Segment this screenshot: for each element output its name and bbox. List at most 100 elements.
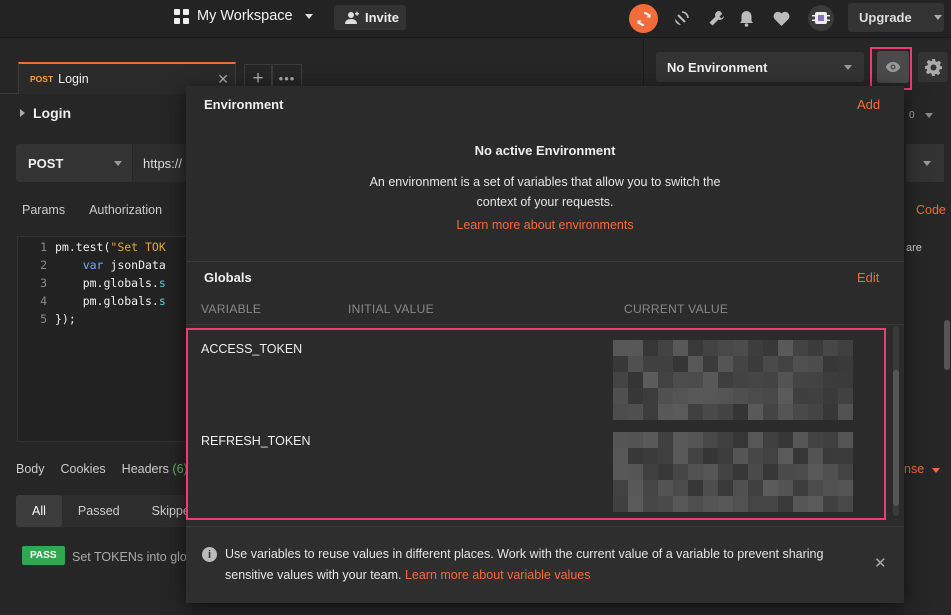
response-save-label: nse <box>904 462 925 476</box>
redaction-pixel <box>778 356 793 372</box>
tab-headers[interactable]: Headers (6) <box>122 462 188 476</box>
response-save-link[interactable]: nse <box>904 462 940 476</box>
tab-headers-label: Headers <box>121 462 169 476</box>
avatar-icon <box>812 12 830 24</box>
tab-authorization[interactable]: Authorization <box>89 203 162 217</box>
redaction-pixel <box>793 432 808 448</box>
notifications-button[interactable] <box>736 8 756 28</box>
url-input[interactable]: https:// <box>133 144 193 182</box>
workspace-switcher[interactable]: My Workspace <box>174 8 313 24</box>
redaction-pixel <box>733 372 748 388</box>
scrollbar[interactable] <box>944 320 950 370</box>
request-name-header[interactable]: Login <box>20 105 71 121</box>
redaction-pixel <box>703 340 718 356</box>
redaction-pixel <box>778 496 793 512</box>
redaction-pixel <box>718 464 733 480</box>
redaction-pixel <box>793 496 808 512</box>
grid-icon <box>174 8 189 24</box>
code-line: 2 var jsonData <box>18 258 194 276</box>
favorites-button[interactable] <box>771 8 791 28</box>
divider <box>186 324 904 325</box>
redaction-pixel <box>748 464 763 480</box>
redaction-pixel <box>703 480 718 496</box>
redaction-pixel <box>628 464 643 480</box>
chevron-right-icon <box>20 109 25 117</box>
sync-button[interactable] <box>629 4 658 33</box>
tab-method-badge: POST <box>30 74 54 84</box>
redaction-pixel <box>673 404 688 420</box>
redaction-pixel <box>763 432 778 448</box>
environment-select[interactable]: No Environment <box>656 52 864 82</box>
redaction-pixel <box>793 356 808 372</box>
tab-cookies[interactable]: Cookies <box>61 462 106 476</box>
url-value: https:// <box>143 155 183 171</box>
redaction-pixel <box>673 448 688 464</box>
redaction-pixel <box>733 404 748 420</box>
add-person-icon <box>345 11 359 24</box>
redaction-pixel <box>748 404 763 420</box>
redaction-pixel <box>688 432 703 448</box>
redaction-pixel <box>628 404 643 420</box>
code-line: 1 pm.test("Set TOK <box>18 240 194 258</box>
environment-popover: Environment Add No active Environment An… <box>186 86 904 603</box>
redaction-pixel <box>673 356 688 372</box>
column-header-current: CURRENT VALUE <box>624 302 729 316</box>
redaction-pixel <box>643 404 658 420</box>
code-line: 3 pm.globals.s <box>18 276 194 294</box>
sync-icon <box>636 11 651 26</box>
code-text: pm.test("Set TOK <box>55 240 166 258</box>
avatar[interactable] <box>808 5 834 31</box>
redaction-pixel <box>808 432 823 448</box>
redaction-pixel <box>658 480 673 496</box>
wrench-button[interactable] <box>706 8 726 28</box>
redaction-pixel <box>688 388 703 404</box>
scrollbar[interactable] <box>893 370 899 506</box>
redaction-pixel <box>658 448 673 464</box>
request-subtabs: Params Authorization <box>22 203 162 217</box>
filter-all[interactable]: All <box>16 495 62 527</box>
tab-params[interactable]: Params <box>22 203 65 217</box>
redaction-pixel <box>748 356 763 372</box>
upgrade-button[interactable]: Upgrade <box>848 3 944 32</box>
redaction-pixel <box>688 404 703 420</box>
satellite-button[interactable] <box>671 8 691 28</box>
redaction-pixel <box>613 372 628 388</box>
redaction-pixel <box>718 496 733 512</box>
variable-name: REFRESH_TOKEN <box>201 434 311 448</box>
code-link[interactable]: Code <box>916 203 946 217</box>
chevron-down-icon <box>924 112 933 118</box>
redaction-pixel <box>703 388 718 404</box>
redaction-pixel <box>838 480 853 496</box>
redaction-pixel <box>718 404 733 420</box>
learn-variable-values-link[interactable]: Learn more about variable values <box>405 568 591 582</box>
redaction-pixel <box>763 480 778 496</box>
learn-environments-label[interactable]: Learn more about environments <box>456 218 633 232</box>
redaction-pixel <box>643 432 658 448</box>
redaction-pixel <box>808 388 823 404</box>
wrench-icon <box>709 10 724 25</box>
response-tabs: Body Cookies Headers (6) <box>16 462 188 476</box>
redaction-pixel <box>778 432 793 448</box>
chevron-down-icon <box>114 161 122 166</box>
redaction-pixel <box>823 404 838 420</box>
environment-section-title: Environment <box>204 97 284 112</box>
redaction-pixel <box>808 404 823 420</box>
satellite-icon <box>674 10 689 25</box>
redaction-pixel <box>658 496 673 512</box>
invite-button[interactable]: Invite <box>334 5 406 30</box>
method-select[interactable]: POST <box>16 144 132 182</box>
test-script-editor[interactable]: 1 pm.test("Set TOK 2 var jsonData 3 pm.g… <box>17 236 193 442</box>
redaction-pixel <box>703 464 718 480</box>
close-icon[interactable]: ✕ <box>874 554 887 572</box>
send-options-button[interactable] <box>906 144 944 182</box>
line-number: 1 <box>40 240 47 254</box>
redaction-pixel <box>823 388 838 404</box>
edit-globals-link[interactable]: Edit <box>857 270 879 285</box>
redaction-pixel <box>703 404 718 420</box>
add-environment-link[interactable]: Add <box>857 97 880 112</box>
redaction-pixel <box>643 372 658 388</box>
manage-environments-button[interactable] <box>918 52 948 82</box>
filter-passed[interactable]: Passed <box>62 495 136 527</box>
tab-body[interactable]: Body <box>16 462 45 476</box>
code-text: pm.globals.s <box>55 294 166 312</box>
